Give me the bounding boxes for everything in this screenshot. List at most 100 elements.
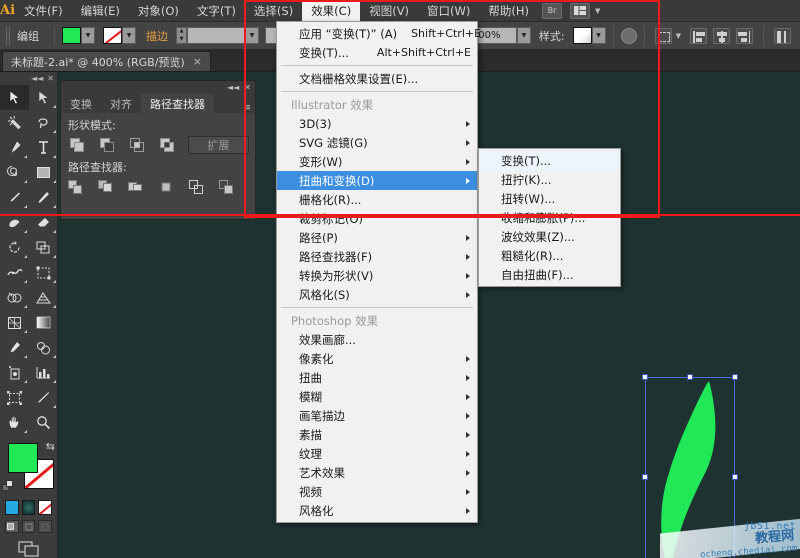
menu-view[interactable]: 视图(V) — [360, 1, 418, 21]
tool-flyout-corner[interactable] — [24, 280, 27, 283]
submenu-item-pucker-bloat-k[interactable]: 扭拧(K)... — [479, 170, 620, 189]
menu-window[interactable]: 窗口(W) — [418, 1, 479, 21]
intersect-icon[interactable] — [127, 135, 146, 155]
menu-object[interactable]: 对象(O) — [129, 1, 188, 21]
color-mode-gradient[interactable] — [21, 500, 36, 515]
perspective-grid-tool[interactable] — [29, 285, 58, 310]
collapse-icon[interactable]: ◄◄ — [31, 74, 43, 83]
tool-flyout-corner[interactable] — [24, 305, 27, 308]
tool-flyout-corner[interactable] — [24, 230, 27, 233]
align-center-icon[interactable] — [713, 27, 730, 44]
opacity-dropdown[interactable]: ▼ — [516, 27, 531, 44]
scale-tool[interactable] — [29, 235, 58, 260]
paintbrush-tool[interactable] — [0, 185, 29, 210]
magic-wand-tool[interactable] — [0, 110, 29, 135]
tool-flyout-corner[interactable] — [53, 405, 56, 408]
handle-top-left[interactable] — [642, 374, 648, 380]
exclude-icon[interactable] — [158, 135, 177, 155]
style-swatch[interactable] — [572, 27, 592, 44]
tool-flyout-corner[interactable] — [53, 130, 56, 133]
close-icon[interactable]: × — [193, 55, 202, 68]
align-right-icon[interactable] — [736, 27, 753, 44]
stroke-color-swatch[interactable] — [103, 27, 122, 44]
menu-item-path[interactable]: 路径(P) — [277, 228, 477, 247]
chevron-down-icon[interactable]: ▼ — [595, 7, 600, 15]
menu-item-sketch[interactable]: 素描 — [277, 425, 477, 444]
eraser-tool[interactable] — [29, 210, 58, 235]
tool-flyout-corner[interactable] — [53, 155, 56, 158]
tab-pathfinder[interactable]: 路径查找器 — [141, 94, 214, 113]
stroke-weight-stepper[interactable]: ▲ ▼ — [176, 27, 187, 44]
eyedropper-tool[interactable] — [0, 335, 29, 360]
blend-tool[interactable] — [29, 335, 58, 360]
tool-flyout-corner[interactable] — [53, 105, 56, 108]
minus-back-icon[interactable] — [219, 177, 234, 197]
unite-icon[interactable] — [67, 135, 86, 155]
menu-item-stylize-ps[interactable]: 风格化 — [277, 501, 477, 520]
merge-icon[interactable] — [128, 177, 143, 197]
submenu-item-free-distort[interactable]: 自由扭曲(F)... — [479, 265, 620, 284]
rotate-tool[interactable] — [0, 235, 29, 260]
tool-flyout-corner[interactable] — [53, 255, 56, 258]
collapse-icon[interactable]: ◄◄ — [227, 83, 239, 92]
minus-front-icon[interactable] — [97, 135, 116, 155]
close-icon[interactable]: ✕ — [244, 83, 251, 92]
menu-item-pathfinder[interactable]: 路径查找器(F) — [277, 247, 477, 266]
tool-flyout-corner[interactable] — [24, 355, 27, 358]
workspace-layout-icon[interactable] — [570, 2, 591, 19]
menu-item-pixelate[interactable]: 像素化 — [277, 349, 477, 368]
panel-menu-icon[interactable]: ≡ — [243, 103, 255, 113]
menu-type[interactable]: 文字(T) — [188, 1, 245, 21]
spiral-tool[interactable] — [0, 160, 29, 185]
expand-button[interactable]: 扩展 — [187, 136, 249, 154]
document-tab[interactable]: 未标题-2.ai* @ 400% (RGB/预览) × — [2, 51, 211, 71]
tool-flyout-corner[interactable] — [53, 305, 56, 308]
tool-flyout-corner[interactable] — [24, 205, 27, 208]
tool-flyout-corner[interactable] — [24, 380, 27, 383]
fill-color-swatch[interactable] — [62, 27, 81, 44]
artboard-tool[interactable] — [0, 385, 29, 410]
stroke-weight-field[interactable] — [187, 27, 245, 44]
tab-transform[interactable]: 变换 — [61, 94, 101, 113]
handle-middle-right[interactable] — [732, 474, 738, 480]
menu-effect[interactable]: 效果(C) — [302, 0, 361, 21]
tool-flyout-corner[interactable] — [53, 355, 56, 358]
tool-flyout-corner[interactable] — [24, 180, 27, 183]
menu-item-warp[interactable]: 变形(W) — [277, 152, 477, 171]
submenu-item-pucker-and-bloat[interactable]: 收缩和膨胀(P)... — [479, 208, 620, 227]
menu-item-blur[interactable]: 模糊 — [277, 387, 477, 406]
type-tool[interactable] — [29, 135, 58, 160]
menu-select[interactable]: 选择(S) — [245, 1, 302, 21]
width-tool[interactable] — [0, 260, 29, 285]
menu-item-rasterize[interactable]: 栅格化(R)... — [277, 190, 477, 209]
menu-item-crop-marks[interactable]: 裁剪标记(O) — [277, 209, 477, 228]
menu-item-convert-to-shape[interactable]: 转换为形状(V) — [277, 266, 477, 285]
menu-file[interactable]: 文件(F) — [15, 1, 72, 21]
color-mode-none[interactable] — [38, 500, 53, 515]
divide-icon[interactable] — [67, 177, 82, 197]
tool-flyout-corner[interactable] — [24, 430, 27, 433]
symbol-sprayer-tool[interactable] — [0, 360, 29, 385]
distort-and-transform-submenu[interactable]: 变换(T)... 扭拧(K)... 扭转(W)... 收缩和膨胀(P)... 波… — [478, 148, 621, 287]
menu-item-transform[interactable]: 变换(T)... Alt+Shift+Ctrl+E — [277, 43, 477, 62]
rectangle-tool[interactable] — [29, 160, 58, 185]
tab-align[interactable]: 对齐 — [101, 94, 141, 113]
column-graph-tool[interactable] — [29, 360, 58, 385]
tool-flyout-corner[interactable] — [53, 180, 56, 183]
shape-builder-tool[interactable] — [0, 285, 29, 310]
draw-normal-icon[interactable] — [5, 520, 19, 533]
trim-icon[interactable] — [97, 177, 112, 197]
transform-panel-icon[interactable] — [654, 27, 672, 44]
lasso-tool[interactable] — [29, 110, 58, 135]
submenu-item-zig-zag[interactable]: 波纹效果(Z)... — [479, 227, 620, 246]
submenu-item-twist[interactable]: 扭转(W)... — [479, 189, 620, 208]
align-left-icon[interactable] — [690, 27, 707, 44]
submenu-item-roughen[interactable]: 粗糙化(R)... — [479, 246, 620, 265]
tool-flyout-corner[interactable] — [24, 255, 27, 258]
fill-dropdown-button[interactable]: ▼ — [81, 27, 95, 44]
change-screen-mode-icon[interactable] — [17, 541, 40, 558]
bridge-icon[interactable]: Br — [542, 2, 563, 19]
distribute-icon[interactable] — [774, 27, 791, 44]
pencil-tool[interactable] — [29, 185, 58, 210]
direct-selection-tool[interactable] — [29, 85, 58, 110]
